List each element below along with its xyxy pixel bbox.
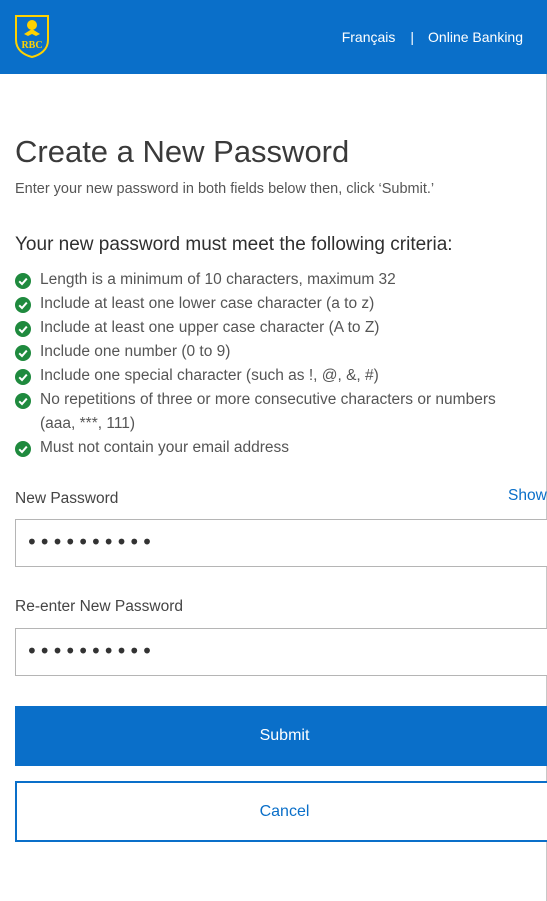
check-icon [15,273,31,289]
criteria-list: Length is a minimum of 10 characters, ma… [15,268,535,460]
cancel-button[interactable]: Cancel [15,781,547,842]
criteria-text: Include at least one lower case characte… [40,295,375,312]
new-password-label: New Password [15,490,119,507]
criteria-text: Must not contain your email address [40,439,289,456]
criteria-item: Must not contain your email address [15,436,535,460]
submit-button[interactable]: Submit [15,706,547,766]
criteria-text: No repetitions of three or more consecut… [40,391,496,432]
criteria-item: Include one special character (such as !… [15,364,535,388]
logo-text: RBC [21,40,43,51]
reenter-password-input[interactable]: •••••••••• [15,628,547,676]
criteria-text: Length is a minimum of 10 characters, ma… [40,271,396,288]
header-links: Français | Online Banking [342,27,523,47]
page-title: Create a New Password [15,134,350,169]
check-icon [15,321,31,337]
check-icon [15,393,31,409]
criteria-text: Include at least one upper case characte… [40,319,380,336]
new-password-input[interactable]: •••••••••• [15,519,547,567]
criteria-item: Include one number (0 to 9) [15,340,535,364]
page-subtitle: Enter your new password in both fields b… [15,181,435,197]
online-banking-link[interactable]: Online Banking [428,29,523,45]
check-icon [15,297,31,313]
show-password-link[interactable]: Show [508,487,547,505]
check-icon [15,369,31,385]
check-icon [15,345,31,361]
reenter-password-label: Re-enter New Password [15,598,183,615]
criteria-item: Length is a minimum of 10 characters, ma… [15,268,535,292]
site-header: RBC Français | Online Banking [0,0,547,74]
header-separator: | [410,29,415,45]
reenter-password-value: •••••••••• [26,639,154,663]
new-password-value: •••••••••• [26,530,154,554]
criteria-item: Include at least one upper case characte… [15,316,535,340]
rbc-logo[interactable]: RBC [14,14,50,59]
check-icon [15,441,31,457]
criteria-item: No repetitions of three or more consecut… [15,388,535,436]
criteria-item: Include at least one lower case characte… [15,292,535,316]
criteria-title: Your new password must meet the followin… [15,234,453,255]
rbc-shield-icon [15,15,49,59]
criteria-text: Include one special character (such as !… [40,367,379,384]
language-link[interactable]: Français [342,29,396,45]
criteria-text: Include one number (0 to 9) [40,343,231,360]
